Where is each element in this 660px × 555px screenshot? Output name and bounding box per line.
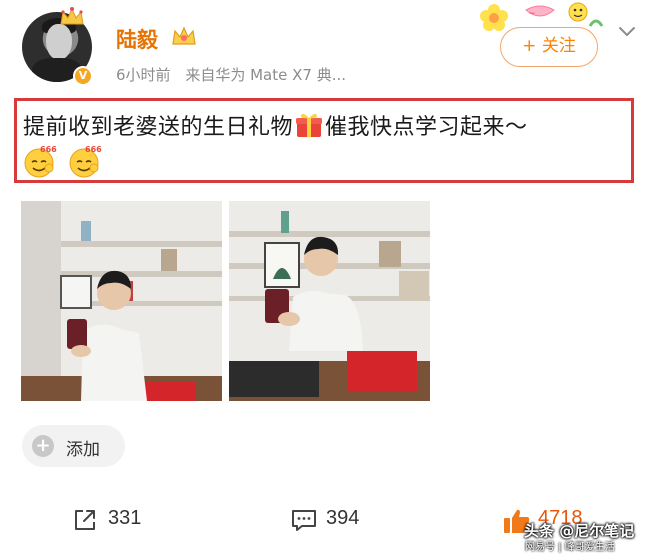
post-source[interactable]: 来自华为 Mate X7 典... — [185, 66, 346, 84]
post-text-part1: 提前收到老婆送的生日礼物 — [23, 115, 294, 140]
crown-icon — [60, 7, 84, 25]
add-button[interactable]: + 添加 — [22, 425, 125, 467]
post-text-part2: 催我快点学习起来～ — [325, 115, 528, 140]
photo-man-with-phone-image — [21, 201, 222, 401]
666-emoji-icon: 666 — [69, 145, 102, 178]
add-button-label: 添加 — [66, 440, 100, 460]
post-time: 6小时前 — [116, 66, 171, 84]
share-icon — [75, 510, 95, 530]
emoji-row: 666 666 — [23, 144, 108, 178]
comment-icon — [292, 510, 316, 531]
chevron-down-icon[interactable] — [618, 26, 636, 38]
vip-crown-icon — [172, 26, 196, 45]
watermark-sub: 网易号 | 峰哥爱生活 — [525, 542, 615, 553]
post-meta: 6小时前 来自华为 Mate X7 典... — [116, 64, 356, 85]
svg-text:~: ~ — [528, 9, 536, 19]
svg-text:666: 666 — [85, 145, 102, 154]
svg-text:666: 666 — [40, 145, 57, 154]
post-photo-1[interactable] — [21, 201, 222, 401]
photo-man-with-phone-closeup-image — [229, 201, 430, 401]
gift-icon — [296, 113, 323, 137]
verified-badge-icon: V — [73, 66, 93, 86]
post-content-highlight: 提前收到老婆送的生日礼物 催我快点学习起来～ 666 666 — [14, 98, 634, 183]
plus-icon: + — [32, 435, 54, 457]
share-count: 331 — [108, 507, 142, 529]
666-emoji-icon: 666 — [24, 145, 57, 178]
post-photo-2[interactable] — [229, 201, 430, 401]
post-text: 提前收到老婆送的生日礼物 催我快点学习起来～ — [23, 109, 528, 141]
follow-button[interactable]: + 关注 — [500, 27, 598, 67]
username[interactable]: 陆毅 — [116, 24, 158, 54]
comment-count: 394 — [326, 507, 360, 529]
